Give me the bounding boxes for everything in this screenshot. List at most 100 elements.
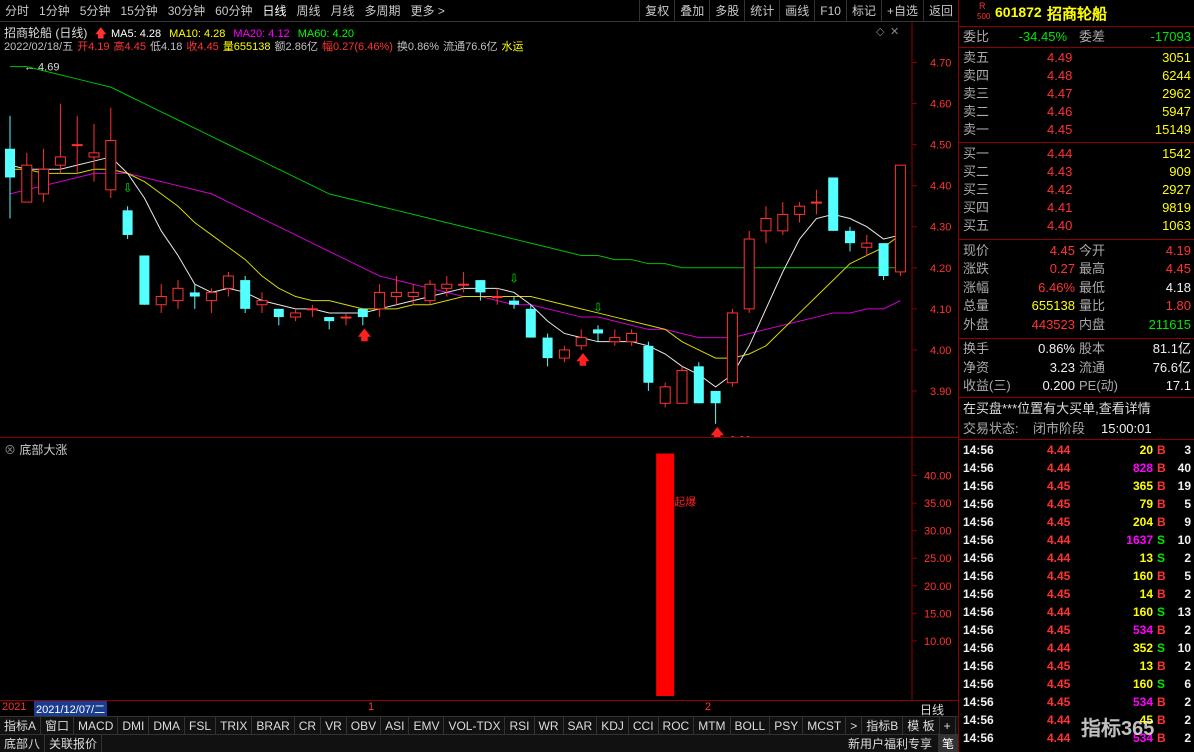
big-order-notice[interactable]: 在买盘***位置有大买单,查看详情 (959, 400, 1194, 418)
candle[interactable] (861, 234, 873, 256)
candle[interactable] (593, 325, 603, 342)
indicator-tab-1[interactable]: 窗口 (41, 716, 75, 735)
candle[interactable] (21, 152, 33, 203)
action-button-5[interactable]: F10 (814, 0, 846, 22)
action-button-0[interactable]: 复权 (639, 0, 674, 22)
period-tab-3[interactable]: 15分钟 (115, 0, 162, 22)
sell-row[interactable]: 卖二 4.46 5947 (959, 103, 1194, 121)
candle[interactable] (626, 329, 638, 346)
indicator-tab-23[interactable]: MCST (803, 716, 847, 735)
indicator-tab-18[interactable]: CCI (629, 716, 659, 735)
indicator-tab-15[interactable]: WR (535, 716, 564, 735)
action-button-1[interactable]: 叠加 (674, 0, 709, 22)
indicator-tab-6[interactable]: TRIX (216, 716, 253, 735)
candle[interactable] (693, 362, 704, 404)
indicator-tab-3[interactable]: DMI (118, 716, 150, 735)
candle[interactable] (575, 329, 587, 350)
indicator-tab-13[interactable]: VOL-TDX (444, 716, 506, 735)
status-corner[interactable]: 笔 (937, 735, 958, 752)
candle[interactable] (828, 177, 839, 231)
buy-row[interactable]: 买四 4.41 9819 (959, 199, 1194, 217)
candle[interactable] (509, 296, 519, 309)
indicator-right-tab-2[interactable]: + (940, 716, 956, 735)
period-tab-1[interactable]: 1分钟 (34, 0, 75, 22)
buy-row[interactable]: 买二 4.43 909 (959, 163, 1194, 181)
status-tab-0[interactable]: 底部八 (0, 734, 46, 752)
candle[interactable] (609, 329, 621, 346)
candle[interactable] (172, 280, 184, 309)
candle[interactable] (139, 255, 150, 305)
indicator-tab-24[interactable]: > (846, 716, 863, 735)
indicator-right-tab-0[interactable]: 指标B (862, 716, 904, 735)
period-tab-9[interactable]: 多周期 (360, 0, 406, 22)
action-button-8[interactable]: 返回 (922, 0, 958, 22)
status-tab-1[interactable]: 关联报价 (45, 734, 103, 752)
candle[interactable] (290, 308, 302, 322)
action-button-3[interactable]: 统计 (744, 0, 779, 22)
buy-row[interactable]: 买五 4.40 1063 (959, 217, 1194, 235)
candle[interactable] (189, 284, 200, 309)
action-button-4[interactable]: 画线 (779, 0, 814, 22)
kline-chart-panel[interactable]: 4.70 4.60 4.50 4.40 4.30 4.20 4.10 4.00 3.90 ⇩ ⇩ ⇩ 🡅… (0, 22, 958, 437)
candle[interactable] (357, 308, 368, 326)
candle[interactable] (710, 390, 721, 424)
indicator-tab-8[interactable]: CR (295, 716, 322, 735)
indicator-tab-21[interactable]: BOLL (731, 716, 771, 735)
indicator-tab-4[interactable]: DMA (149, 716, 186, 735)
period-tab-4[interactable]: 30分钟 (163, 0, 210, 22)
indicator-tab-5[interactable]: FSL (185, 716, 217, 735)
candle[interactable] (324, 317, 335, 330)
candle[interactable] (878, 243, 889, 281)
sell-row[interactable]: 卖五 4.49 3051 (959, 49, 1194, 67)
buy-row[interactable]: 买三 4.42 2927 (959, 181, 1194, 199)
collapse-icon[interactable]: ⊗ (4, 443, 16, 457)
candle[interactable] (424, 280, 436, 305)
candle[interactable] (206, 288, 218, 313)
indicator-tab-22[interactable]: PSY (770, 716, 804, 735)
buy-row[interactable]: 买一 4.44 1542 (959, 145, 1194, 163)
candle[interactable] (5, 115, 15, 219)
candle[interactable] (374, 284, 386, 318)
candle[interactable] (810, 189, 822, 215)
candle[interactable] (222, 271, 234, 297)
indicator-tab-11[interactable]: ASI (381, 716, 410, 735)
candle[interactable] (105, 107, 117, 198)
indicator-tab-20[interactable]: MTM (694, 716, 731, 735)
candle[interactable] (659, 382, 671, 408)
indicator-tab-9[interactable]: VR (321, 716, 347, 735)
candle[interactable] (894, 164, 906, 276)
period-tab-7[interactable]: 周线 (291, 0, 325, 22)
period-tab-8[interactable]: 月线 (326, 0, 360, 22)
indicator-tab-17[interactable]: KDJ (597, 716, 629, 735)
candle[interactable] (306, 304, 318, 318)
candle[interactable] (54, 103, 66, 174)
candle[interactable] (38, 148, 50, 203)
candle[interactable] (794, 202, 806, 223)
sell-row[interactable]: 卖一 4.45 15149 (959, 121, 1194, 139)
indicator-tab-16[interactable]: SAR (564, 716, 598, 735)
kline-chart-svg[interactable]: 4.70 4.60 4.50 4.40 4.30 4.20 4.10 4.00 3.90 ⇩ ⇩ ⇩ 🡅… (0, 22, 958, 437)
candle[interactable] (643, 341, 654, 391)
indicator-tab-2[interactable]: MACD (74, 716, 119, 735)
candle[interactable] (340, 312, 352, 326)
close-icon[interactable]: ✕ (890, 25, 899, 38)
period-tab-6[interactable]: 日线 (257, 0, 291, 22)
candle[interactable] (240, 276, 251, 313)
promo-link[interactable]: 新用户福利专享 (842, 735, 938, 752)
candle[interactable] (777, 202, 789, 235)
period-tab-2[interactable]: 5分钟 (75, 0, 116, 22)
action-button-6[interactable]: 标记 (845, 0, 881, 22)
indicator-right-tab-1[interactable]: 模 板 (903, 716, 940, 735)
period-tab-10[interactable]: 更多 > (406, 0, 450, 22)
candle[interactable] (558, 345, 570, 363)
indicator-tab-14[interactable]: RSI (505, 716, 535, 735)
candle[interactable] (122, 206, 133, 240)
period-tab-5[interactable]: 60分钟 (210, 0, 257, 22)
candle[interactable] (525, 304, 536, 338)
candle[interactable] (542, 333, 553, 367)
candle[interactable] (760, 206, 772, 244)
candle[interactable] (390, 276, 402, 305)
candle[interactable] (256, 292, 268, 313)
indicator-tab-7[interactable]: BRAR (252, 716, 295, 735)
candle[interactable] (845, 226, 855, 252)
